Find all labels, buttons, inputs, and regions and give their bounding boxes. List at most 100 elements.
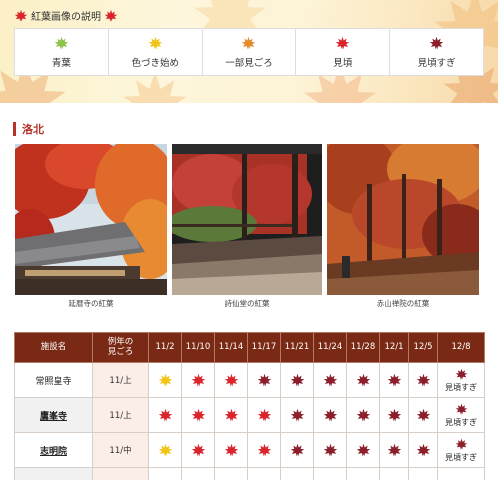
- leaf-darkred-icon: [257, 373, 271, 386]
- status-cell: [379, 432, 409, 468]
- average-peak-cell: 11/中: [92, 432, 149, 468]
- photo-shisendo: [172, 144, 322, 295]
- status-cell: [181, 467, 215, 480]
- header-date: 11/17: [247, 332, 281, 363]
- leaf-darkred-icon: [356, 408, 370, 421]
- status-cell-content: 見頃すぎ: [438, 368, 484, 393]
- leaf-darkred-icon: [323, 408, 337, 421]
- status-cell: [214, 467, 248, 480]
- status-cell-content: [149, 408, 181, 423]
- status-cell: 見頃すぎ: [437, 432, 485, 468]
- status-cell: [346, 467, 380, 480]
- status-cell: [214, 432, 248, 468]
- header-date: 12/1: [379, 332, 409, 363]
- photo-enryakuji: [15, 144, 167, 295]
- leaf-darkred-icon: [356, 373, 370, 386]
- status-cell-content: [347, 373, 379, 388]
- table-row: 比叡山: [14, 467, 485, 480]
- place-link[interactable]: 比叡山: [14, 467, 93, 480]
- legend-title-text: 紅葉画像の説明: [31, 12, 101, 23]
- table-header-row: 施設名 例年の 見ごろ 11/2 11/10 11/14 11/17 11/21 11/2…: [14, 332, 485, 363]
- leaf-darkred-icon: [455, 438, 467, 450]
- photo-shisendo-image: [172, 144, 322, 295]
- status-cell-content: [215, 408, 247, 423]
- status-cell: [346, 432, 380, 468]
- status-cell: [247, 467, 281, 480]
- status-cell-content: [281, 408, 313, 423]
- status-cell: [408, 467, 438, 480]
- maple-leaf-icon: [104, 9, 118, 22]
- leaf-yellow-icon: [158, 373, 172, 386]
- leaf-red-icon: [257, 408, 271, 421]
- leaf-red-icon: [158, 408, 172, 421]
- status-cell-content: [149, 443, 181, 458]
- leaf-red-icon: [191, 443, 205, 456]
- leaf-darkred-icon: [290, 443, 304, 456]
- status-cell: [181, 432, 215, 468]
- legend-item-label: 見頃すぎ: [417, 57, 456, 69]
- photo-caption: 延暦寺の紅葉: [68, 299, 114, 308]
- header-date: 12/5: [408, 332, 438, 363]
- status-cell-content: [248, 408, 280, 423]
- leaf-darkred-icon: [455, 368, 467, 380]
- header-place: 施設名: [14, 332, 93, 363]
- header-date: 11/2: [148, 332, 182, 363]
- status-cell: [280, 397, 314, 433]
- photo-sekizan-zenin-image: [327, 144, 479, 295]
- header-date: 11/14: [214, 332, 248, 363]
- status-cell: [148, 397, 182, 433]
- leaf-red-icon: [336, 36, 350, 49]
- place-link[interactable]: 志明院: [14, 432, 93, 468]
- status-cell: [148, 432, 182, 468]
- header-date: 11/10: [181, 332, 215, 363]
- status-cell: [437, 467, 485, 480]
- status-cell: [408, 397, 438, 433]
- status-cell: [214, 362, 248, 398]
- status-cell: [313, 432, 347, 468]
- legend-item: 見頃すぎ: [390, 29, 483, 75]
- place-link[interactable]: 鷹峯寺: [14, 397, 93, 433]
- section-header: 洛北: [13, 121, 44, 136]
- place-name: 常照皇寺: [14, 362, 93, 398]
- status-cell: [148, 467, 182, 480]
- leaf-darkred-icon: [387, 373, 401, 386]
- status-cell: [408, 432, 438, 468]
- status-cell-content: [149, 373, 181, 388]
- status-cell: [214, 397, 248, 433]
- status-cell-content: [281, 373, 313, 388]
- status-cell-content: [380, 373, 408, 388]
- legend-item-label: 青葉: [51, 57, 71, 69]
- status-cell: [280, 432, 314, 468]
- status-cell: [313, 362, 347, 398]
- status-cell-content: [347, 408, 379, 423]
- header-average-line2: 見ごろ: [107, 346, 134, 357]
- leaf-darkred-icon: [429, 36, 444, 49]
- section-title: 洛北: [22, 122, 44, 136]
- leaf-darkred-icon: [356, 443, 370, 456]
- table-row: 志明院 11/中 見頃すぎ: [14, 432, 485, 468]
- status-cell: [346, 397, 380, 433]
- leaf-darkred-icon: [323, 373, 337, 386]
- status-cell: 見頃すぎ: [437, 397, 485, 433]
- leaf-darkred-icon: [387, 443, 401, 456]
- status-cell-content: [248, 443, 280, 458]
- leaf-darkred-icon: [416, 443, 430, 456]
- status-cell-content: [409, 373, 437, 388]
- legend-item: 見頃: [296, 29, 391, 75]
- past-peak-label: 見頃すぎ: [445, 382, 477, 392]
- legend-item-label: 色づき始め: [131, 57, 179, 69]
- status-cell: [379, 397, 409, 433]
- photo-caption: 赤山禅院の紅葉: [376, 299, 430, 308]
- status-cell-content: [215, 443, 247, 458]
- average-peak-cell: 11/上: [92, 362, 149, 398]
- legend-box: 青葉 色づき始め 一部見ごろ 見頃 見頃すぎ: [14, 28, 484, 76]
- maple-leaf-icon: [14, 9, 28, 22]
- photo-caption: 詩仙堂の紅葉: [224, 299, 270, 308]
- status-cell-content: [380, 408, 408, 423]
- legend-banner: 紅葉画像の説明 青葉 色づき始め 一部見ごろ 見頃 見頃すぎ: [0, 0, 498, 103]
- leaf-yellow-icon: [158, 443, 172, 456]
- past-peak-label: 見頃すぎ: [445, 417, 477, 427]
- table-row: 常照皇寺 11/上見頃すぎ: [14, 362, 485, 398]
- leaf-red-icon: [224, 373, 238, 386]
- status-cell: [181, 397, 215, 433]
